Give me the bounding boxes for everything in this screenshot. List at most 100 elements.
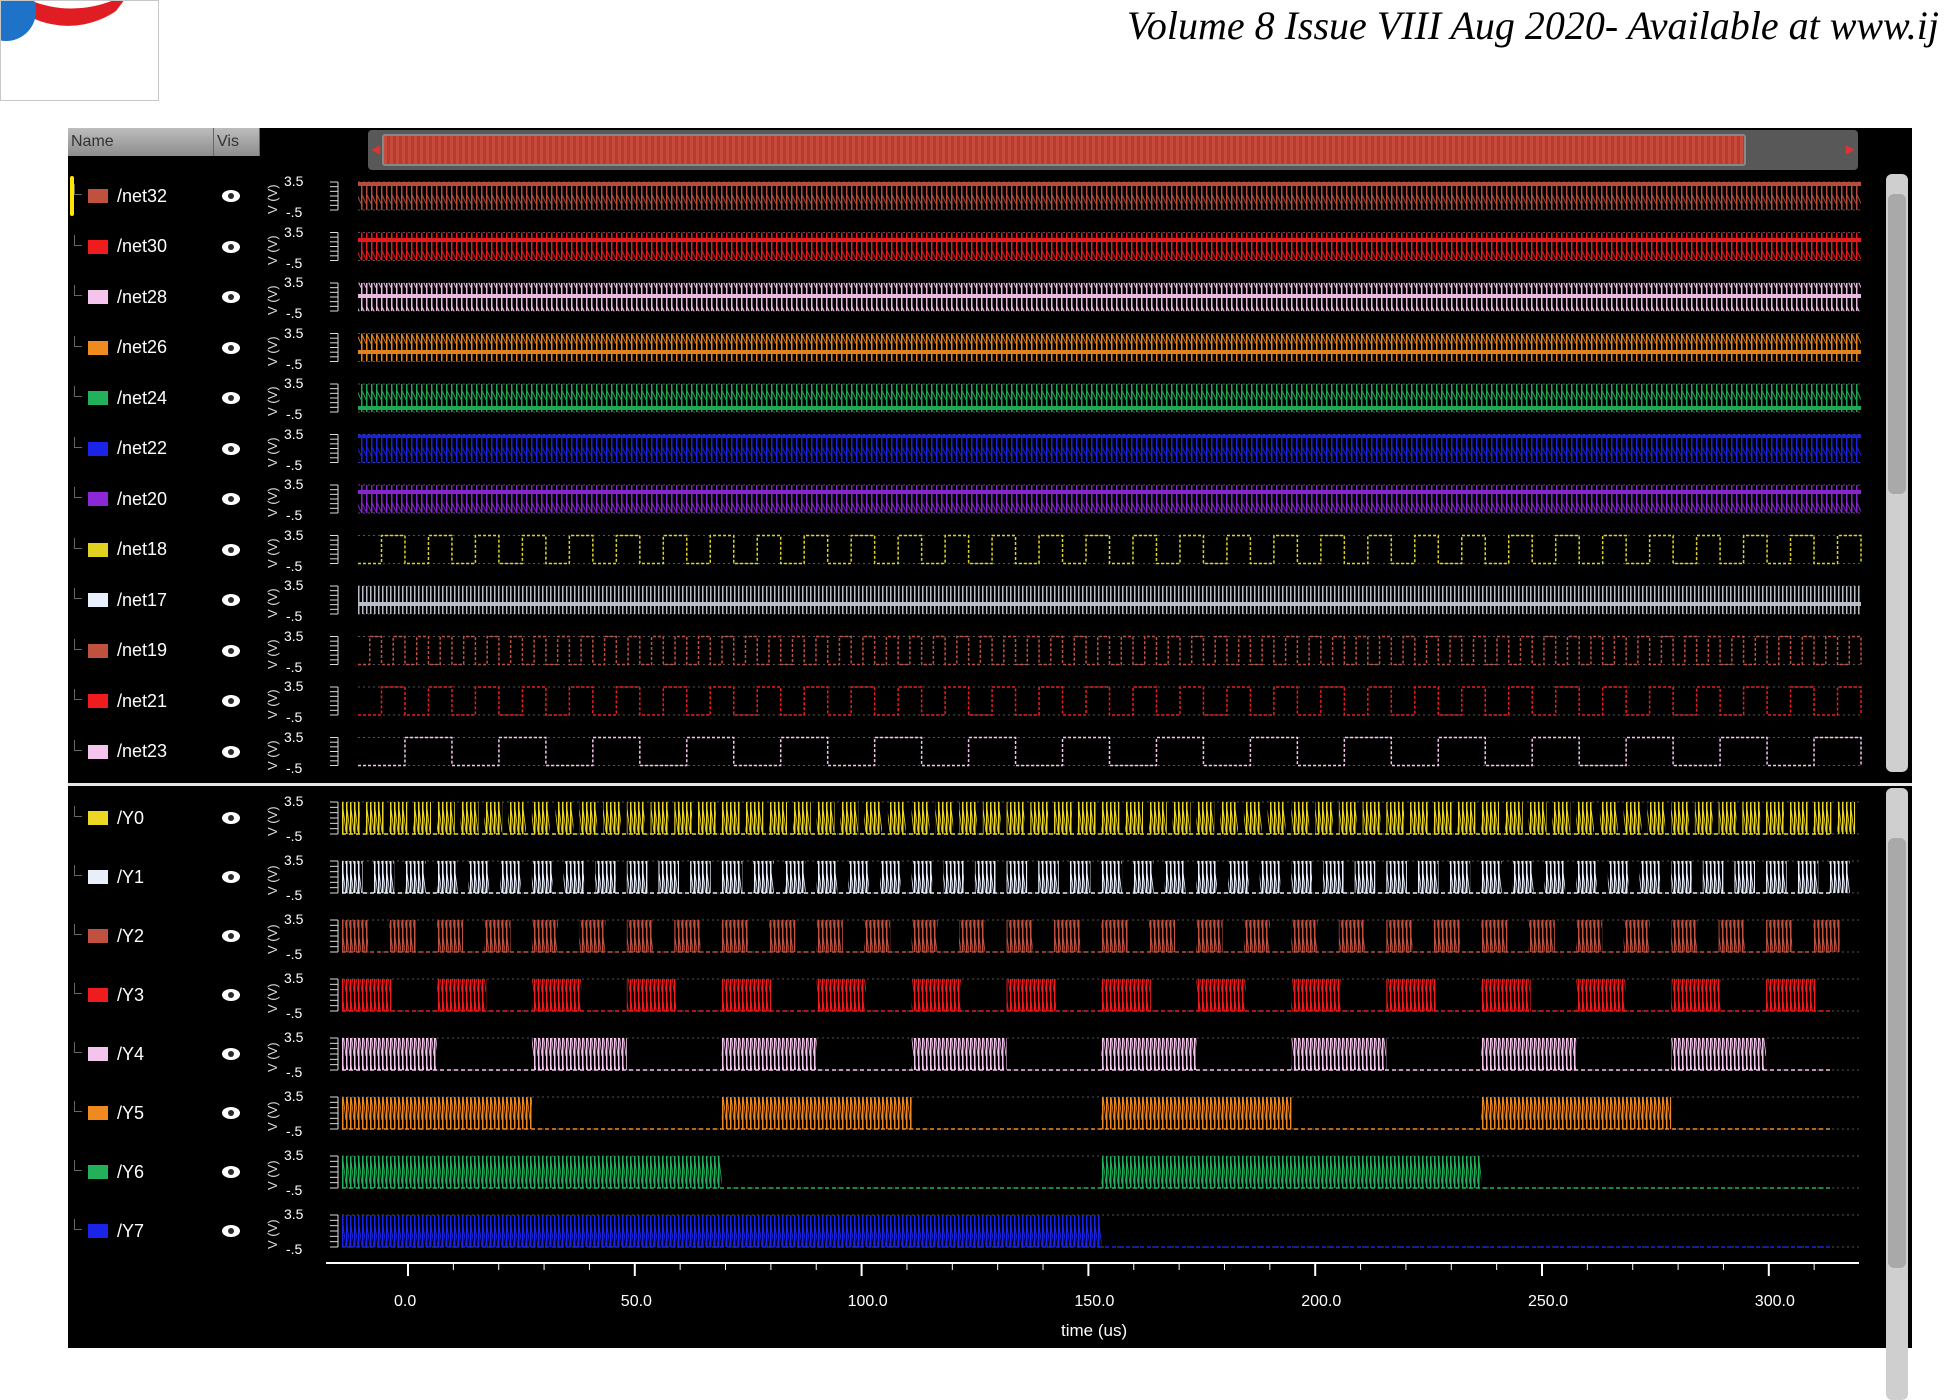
visibility-eye-icon[interactable]: [222, 190, 240, 202]
signal-color-swatch: [88, 391, 108, 405]
signal-row-Y1[interactable]: /Y1: [88, 864, 144, 890]
signal-color-swatch: [88, 593, 108, 607]
visibility-eye-icon[interactable]: [222, 392, 240, 404]
visibility-eye-icon[interactable]: [222, 930, 240, 942]
signal-label: /net23: [117, 741, 168, 761]
visibility-eye-icon[interactable]: [222, 594, 240, 606]
signal-row-net21[interactable]: /net21: [88, 688, 167, 714]
tree-connector: [74, 537, 82, 549]
bottom-vertical-scroll-thumb[interactable]: [1888, 838, 1906, 1268]
y-axis-max-label: 3.5: [284, 173, 304, 189]
y-axis-unit-label: V (V): [265, 588, 280, 618]
signal-color-swatch: [88, 1165, 108, 1179]
visibility-eye-icon[interactable]: [222, 871, 240, 883]
signal-row-net22[interactable]: /net22: [88, 436, 167, 462]
selection-marker: [70, 176, 74, 216]
waveform-net17: [358, 585, 1861, 615]
waveform-net28: [358, 282, 1861, 312]
y-axis-unit-label: V (V): [265, 1042, 280, 1072]
y-axis-max-label: 3.5: [284, 324, 304, 341]
group-divider: [68, 783, 1912, 786]
signal-color-swatch: [88, 1106, 108, 1120]
visibility-eye-icon[interactable]: [222, 695, 240, 707]
y-axis-unit-label: V (V): [265, 1101, 280, 1131]
signal-row-net32[interactable]: /net32: [88, 183, 167, 209]
visibility-eye-icon[interactable]: [222, 291, 240, 303]
visibility-eye-icon[interactable]: [222, 442, 240, 455]
y-axis-max-label: 3.5: [284, 526, 304, 543]
signal-label: /Y1: [117, 866, 145, 887]
signal-label: /Y7: [117, 1220, 145, 1241]
signal-row-Y7[interactable]: /Y7: [88, 1218, 144, 1244]
visibility-eye-icon[interactable]: [222, 1166, 240, 1178]
signal-label: /net24: [117, 387, 168, 408]
y-axis-max-label: 3.5: [284, 852, 304, 868]
signal-row-net30[interactable]: /net30: [88, 234, 167, 260]
vis-column-header[interactable]: Vis: [214, 128, 260, 156]
waveform-canvas[interactable]: [326, 128, 1912, 1348]
y-axis-ruler: [330, 686, 339, 716]
waveform-Y2: [342, 919, 1861, 953]
visibility-eye-icon[interactable]: [222, 989, 240, 1001]
signal-label: /net19: [117, 640, 168, 660]
y-axis-min-label: -.5: [286, 709, 303, 725]
y-axis-max-label: 3.5: [284, 1147, 304, 1163]
y-axis-ruler: [330, 1214, 339, 1248]
visibility-eye-icon[interactable]: [222, 493, 240, 505]
y-axis-ruler: [330, 860, 339, 894]
signal-label: /net30: [117, 236, 168, 256]
visibility-eye-icon[interactable]: [222, 341, 240, 354]
signal-color-swatch: [88, 929, 108, 943]
top-vertical-scrollbar[interactable]: [1886, 174, 1908, 772]
volume-header: Volume 8 Issue VIII Aug 2020- Available …: [1126, 3, 1939, 48]
signal-row-Y2[interactable]: /Y2: [88, 923, 144, 949]
x-axis-title: time (us): [1061, 1321, 1128, 1340]
signal-row-Y6[interactable]: /Y6: [88, 1159, 144, 1185]
bottom-vertical-scrollbar[interactable]: [1886, 788, 1908, 1400]
signal-row-net26[interactable]: /net26: [88, 335, 167, 361]
signal-row-net28[interactable]: /net28: [88, 284, 167, 310]
signal-row-Y4[interactable]: /Y4: [88, 1041, 144, 1067]
signal-color-swatch: [88, 1224, 108, 1238]
signal-label: /Y4: [117, 1043, 145, 1064]
y-axis-max-label: 3.5: [284, 1029, 304, 1045]
visibility-eye-icon[interactable]: [222, 1107, 240, 1119]
signal-row-net17[interactable]: /net17: [88, 587, 167, 613]
signal-row-Y0[interactable]: /Y0: [88, 805, 144, 831]
y-axis-ruler: [330, 585, 339, 615]
y-axis-ruler: [330, 1155, 339, 1189]
visibility-eye-icon[interactable]: [222, 812, 240, 824]
visibility-eye-icon[interactable]: [222, 745, 240, 758]
visibility-eye-icon[interactable]: [222, 1048, 240, 1060]
signal-color-swatch: [88, 290, 108, 304]
tree-connector: [74, 335, 82, 347]
visibility-eye-icon[interactable]: [222, 240, 240, 253]
y-axis-ruler: [330, 1037, 339, 1071]
waveform-Y4: [342, 1037, 1861, 1071]
y-axis-unit-label: V (V): [265, 335, 280, 366]
signal-row-net19[interactable]: /net19: [88, 638, 167, 664]
visibility-eye-icon[interactable]: [222, 1225, 240, 1237]
signal-row-net20[interactable]: /net20: [88, 486, 167, 512]
name-column-header[interactable]: Name: [68, 128, 214, 156]
signal-row-net23[interactable]: /net23: [88, 739, 167, 765]
signal-row-net24[interactable]: /net24: [88, 385, 167, 411]
y-axis-min-label: -.5: [286, 254, 303, 271]
signal-color-swatch: [88, 694, 108, 708]
y-axis-unit-label: V (V): [265, 537, 280, 568]
tree-connector: [74, 924, 82, 935]
top-vertical-scroll-thumb[interactable]: [1888, 194, 1906, 494]
signal-row-Y5[interactable]: /Y5: [88, 1100, 144, 1126]
signal-label: /net26: [117, 337, 168, 357]
signal-row-net18[interactable]: /net18: [88, 537, 167, 563]
signal-label: /net20: [117, 488, 168, 509]
y-axis-unit-label: V (V): [265, 184, 280, 214]
y-axis-unit-label: V (V): [265, 436, 280, 467]
waveform-Y0: [342, 801, 1861, 835]
tree-connector: [74, 806, 82, 817]
y-axis-max-label: 3.5: [284, 911, 304, 927]
visibility-eye-icon[interactable]: [222, 543, 240, 556]
signal-row-Y3[interactable]: /Y3: [88, 982, 144, 1008]
visibility-eye-icon[interactable]: [222, 644, 240, 657]
y-axis-unit-label: V (V): [265, 386, 280, 416]
